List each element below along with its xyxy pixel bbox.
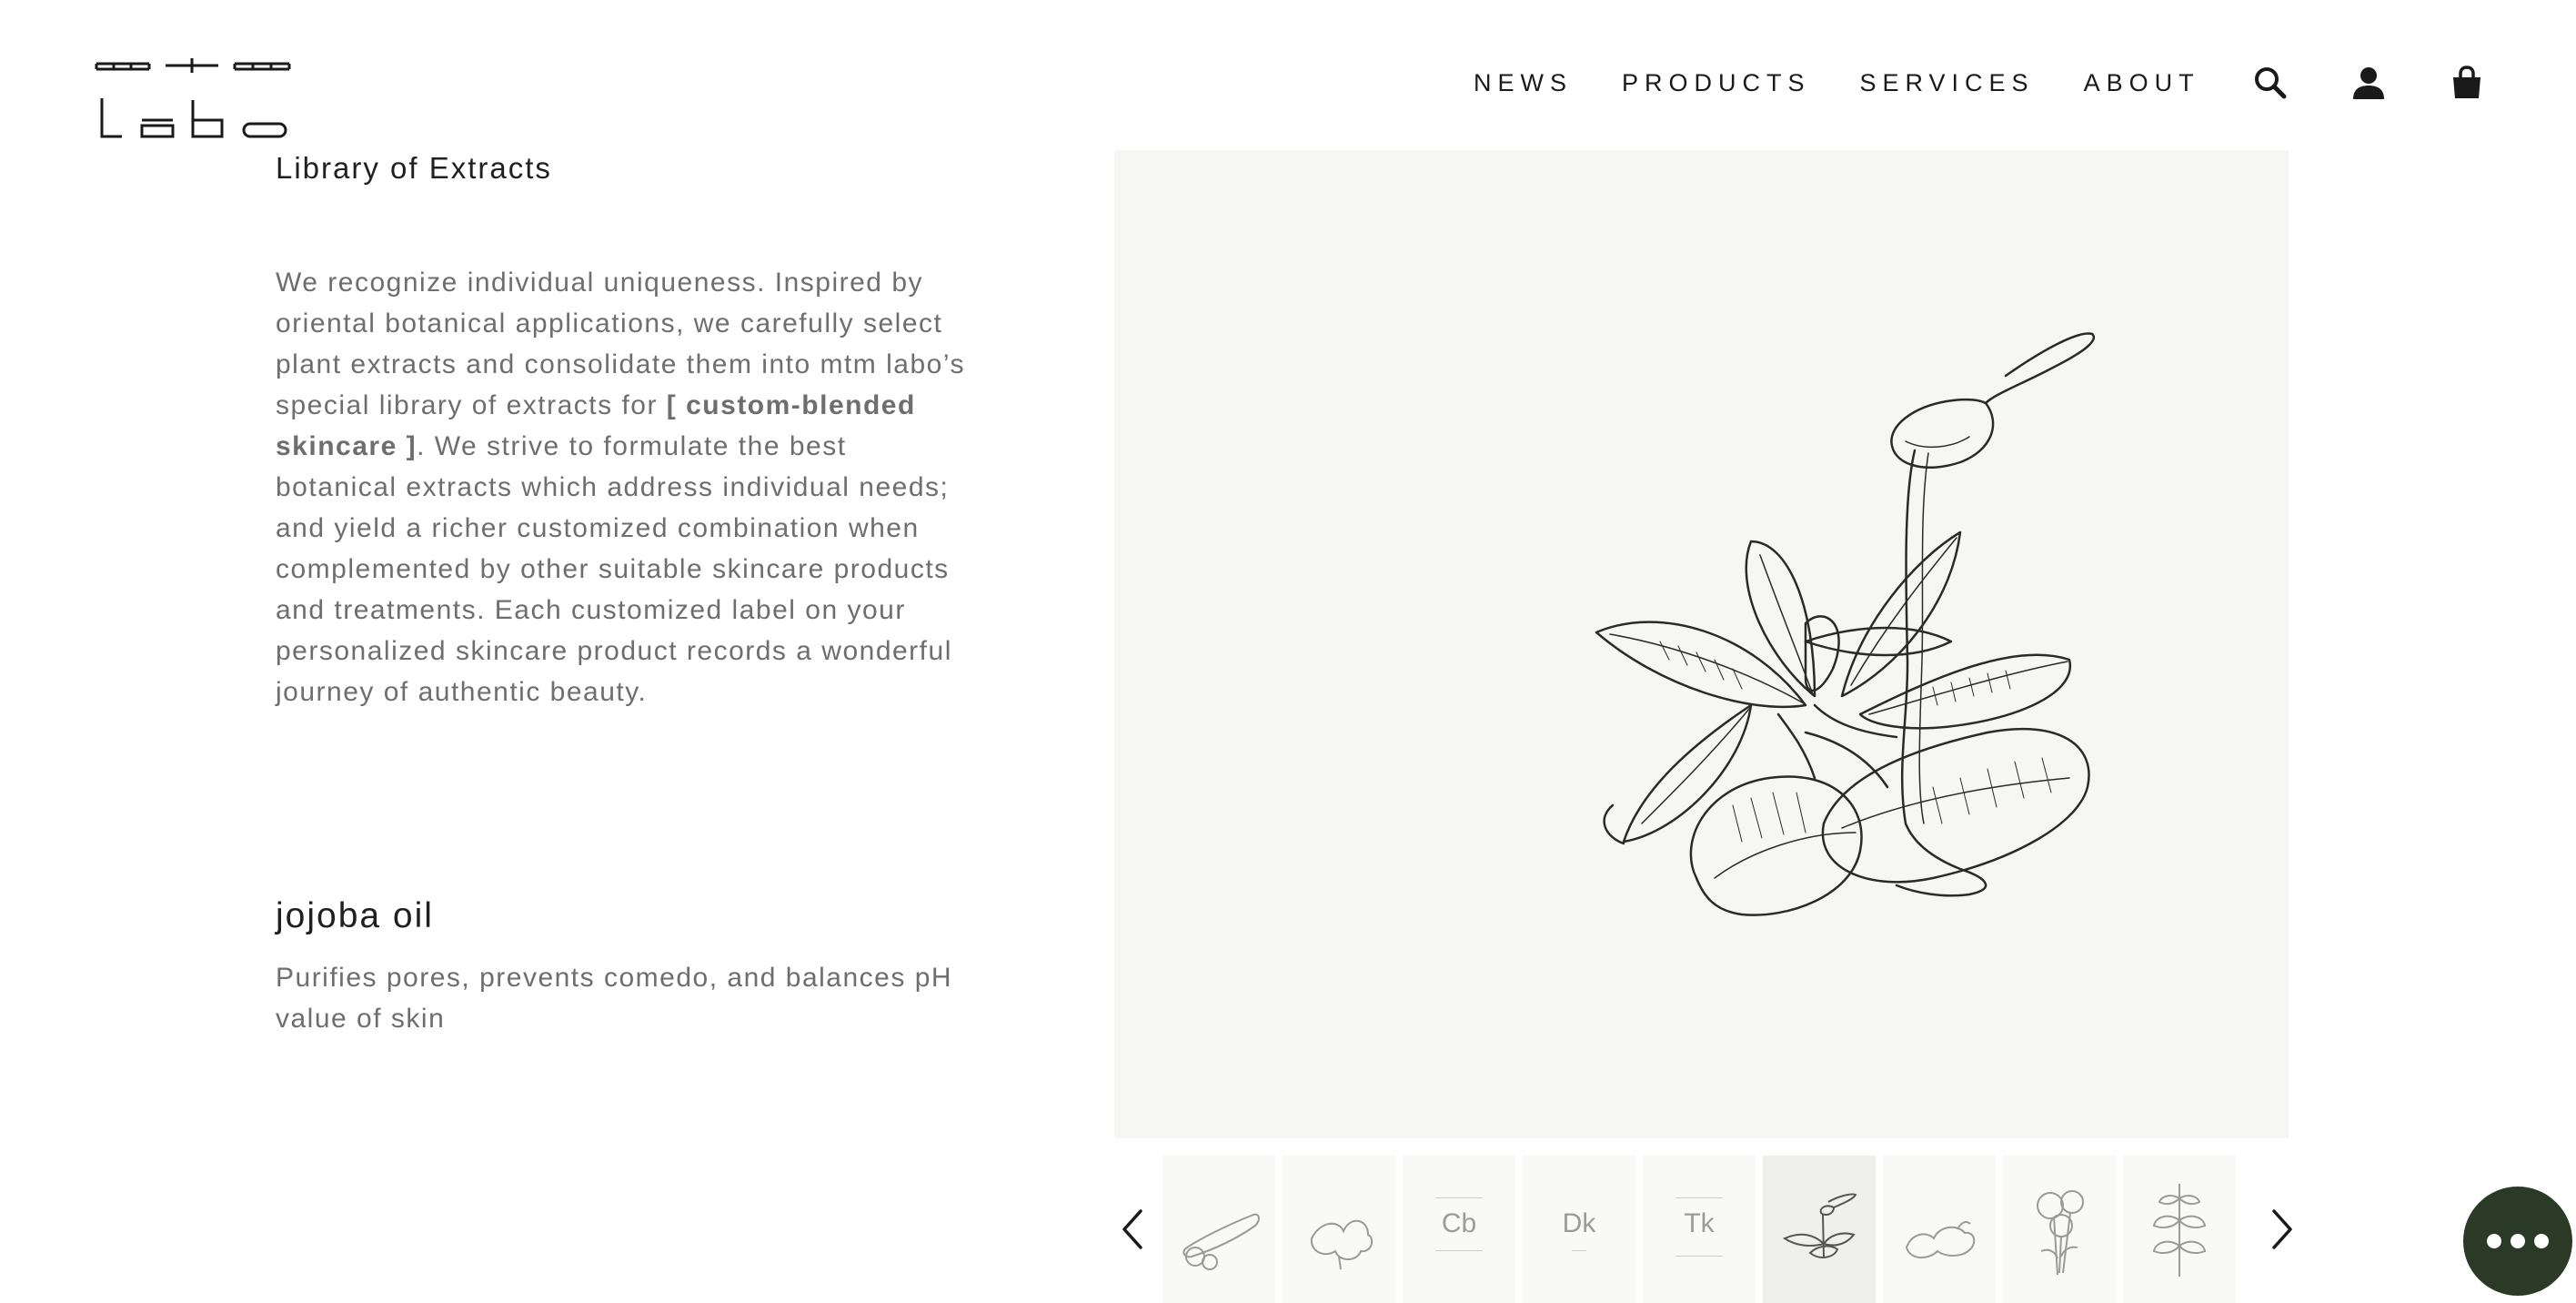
- nettle-icon: [2152, 1184, 2207, 1277]
- thumbnail-jojoba[interactable]: [1763, 1156, 1876, 1303]
- label-border-bottom: [1572, 1250, 1586, 1251]
- thumbnail-herb[interactable]: [1283, 1156, 1395, 1303]
- extract-illustration: [1114, 150, 2289, 1138]
- thumbnail-nettle[interactable]: [2123, 1156, 2236, 1303]
- nav-services[interactable]: SERVICES: [1860, 69, 2035, 97]
- thumbnail-carousel: Cb Dk Tk: [1099, 1156, 2309, 1303]
- chat-button[interactable]: [2463, 1187, 2572, 1296]
- label-code: Cb: [1441, 1208, 1477, 1238]
- label-border-top: [1675, 1197, 1723, 1198]
- extract-name: jojoba oil: [276, 896, 434, 935]
- account-icon[interactable]: [2348, 62, 2390, 104]
- thumbnail-label-dk[interactable]: Dk: [1523, 1156, 1635, 1303]
- thumbnail-flower[interactable]: [2003, 1156, 2116, 1303]
- nav-news[interactable]: NEWS: [1474, 69, 1573, 97]
- chevron-right-icon[interactable]: [2261, 1206, 2301, 1253]
- ginger-icon: [1905, 1221, 1976, 1258]
- intro-text-end: . We strive to formulate the best botani…: [276, 431, 952, 707]
- label-code: Tk: [1684, 1208, 1715, 1238]
- jojoba-icon: [1782, 1193, 1857, 1258]
- herb-icon: [1310, 1219, 1374, 1270]
- section-title: Library of Extracts: [276, 151, 552, 185]
- thumbnail-cucumber[interactable]: [1162, 1156, 1275, 1303]
- brand-logo[interactable]: [95, 56, 291, 140]
- thumbnail-list: Cb Dk Tk: [1162, 1156, 2243, 1303]
- chevron-left-icon[interactable]: [1113, 1206, 1153, 1253]
- label-border-top: [1435, 1197, 1483, 1198]
- intro-paragraph: We recognize individual uniqueness. Insp…: [276, 262, 967, 712]
- nav-products[interactable]: PRODUCTS: [1622, 69, 1811, 97]
- extract-description: Purifies pores, prevents comedo, and bal…: [276, 963, 953, 1034]
- label-border-bottom: [1435, 1250, 1483, 1251]
- search-icon[interactable]: [2249, 62, 2291, 104]
- thumbnail-ginger[interactable]: [1883, 1156, 1996, 1303]
- main-nav: NEWS PRODUCTS SERVICES ABOUT: [1474, 62, 2531, 104]
- thumbnail-label-tk[interactable]: Tk: [1643, 1156, 1756, 1303]
- label-border-bottom: [1675, 1256, 1723, 1257]
- more-dots-icon: [2487, 1234, 2549, 1248]
- label-code: Dk: [1562, 1208, 1596, 1238]
- cucumber-icon: [1182, 1213, 1260, 1270]
- flower-icon: [2037, 1190, 2084, 1276]
- thumbnail-label-cb[interactable]: Cb: [1403, 1156, 1515, 1303]
- cart-icon[interactable]: [2446, 62, 2488, 104]
- nav-about[interactable]: ABOUT: [2084, 69, 2200, 97]
